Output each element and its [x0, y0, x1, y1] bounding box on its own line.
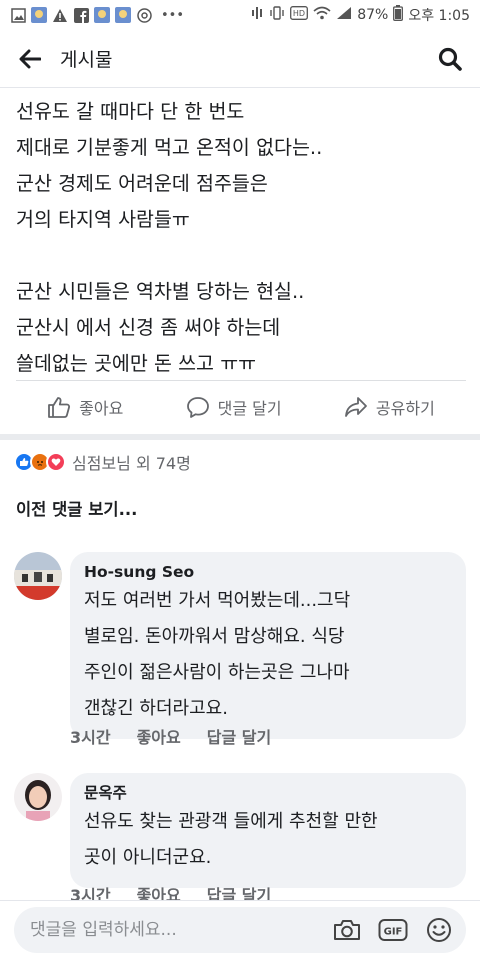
mute-icon	[250, 5, 264, 25]
like-label: 좋아요	[79, 398, 124, 418]
composer-icons: GIF	[330, 913, 466, 947]
comment-line: 주인이 젊은사람이 하는곳은 그나마	[84, 662, 350, 683]
battery-icon	[393, 5, 404, 25]
page-title: 게시물	[60, 49, 113, 71]
comment-label: 댓글 달기	[217, 398, 282, 418]
comment-bubble-icon	[186, 396, 209, 418]
like-button[interactable]: 좋아요	[37, 389, 133, 425]
app-badge-icon	[31, 7, 47, 23]
comment-line: 갠찮긴 하더라고요.	[84, 698, 228, 719]
reactions-summary[interactable]: 심점보님 외 74명	[14, 450, 191, 474]
post-line: 군산 경제도 어려운데 점주들은	[16, 172, 268, 195]
status-bar: ••• HD 87% 오후 1:05	[0, 0, 480, 30]
comment-line: 선유도 찾는 관광객 들에게 추천할 만한	[84, 811, 378, 832]
comment-like-link[interactable]: 좋아요	[137, 724, 181, 748]
app-badge-icon	[115, 7, 131, 23]
system-status: HD 87% 오후 1:05	[250, 5, 470, 25]
post-line: 거의 타지역 사람들ㅠ	[16, 208, 190, 231]
comment-bubble: Ho-sung Seo 저도 여러번 가서 먹어봤는데...그닥 별로임. 돈아…	[70, 552, 466, 739]
comment-time: 3시간	[70, 728, 111, 747]
comment-input-container: GIF	[14, 907, 466, 953]
app-header: 게시물	[0, 30, 480, 88]
camera-icon[interactable]	[330, 913, 364, 947]
comment-author[interactable]: 문옥주	[84, 782, 452, 804]
post-line: 제대로 기분좋게 먹고 온적이 없다는..	[16, 136, 323, 159]
share-arrow-icon	[345, 396, 367, 417]
app-badge-icon	[94, 7, 110, 23]
chrome-icon	[136, 7, 152, 23]
reaction-icons	[14, 452, 66, 472]
section-divider	[0, 434, 480, 440]
love-reaction-icon	[46, 452, 66, 472]
facebook-icon	[73, 7, 89, 23]
post-line: 군산 시민들은 역차별 당하는 현실..	[16, 280, 305, 303]
comment-bubble: 문옥주 선유도 찾는 관광객 들에게 추천할 만한 곳이 아니더군요.	[70, 773, 466, 888]
search-icon	[438, 47, 462, 71]
comment-input[interactable]	[30, 920, 330, 940]
battery-percent: 87%	[357, 7, 389, 23]
comment-text: 선유도 찾는 관광객 들에게 추천할 만한 곳이 아니더군요.	[84, 804, 452, 876]
post-text: 선유도 갈 때마다 단 한 번도 제대로 기분좋게 먹고 온적이 없다는.. 군…	[16, 94, 466, 382]
post-line: 군산시 에서 신경 좀 써야 하는데	[16, 316, 281, 339]
svg-text:GIF: GIF	[384, 927, 403, 938]
share-button[interactable]: 공유하기	[334, 389, 445, 425]
comment-line: 별로임. 돈아까워서 맘상해요. 식당	[84, 626, 345, 647]
clock: 오후 1:05	[408, 8, 470, 24]
post-line: 쓸데없는 곳에만 돈 쓰고 ㅠㅠ	[16, 352, 257, 375]
post-action-bar: 좋아요 댓글 달기 공유하기	[16, 380, 466, 432]
comment-text: 저도 여러번 가서 먹어봤는데...그닥 별로임. 돈아까워서 맘상해요. 식당…	[84, 583, 452, 727]
post-line: 선유도 갈 때마다 단 한 번도	[16, 100, 245, 123]
vibrate-icon	[269, 5, 285, 25]
emoji-icon[interactable]	[422, 913, 456, 947]
avatar[interactable]	[14, 552, 62, 600]
svg-text:HD: HD	[293, 9, 305, 18]
more-notifications-icon: •••	[161, 7, 185, 23]
avatar[interactable]	[14, 773, 62, 821]
comment-author[interactable]: Ho-sung Seo	[84, 561, 452, 583]
notification-icons: •••	[10, 7, 184, 23]
comment-meta: 3시간 좋아요 답글 달기	[70, 724, 271, 748]
signal-icon	[336, 6, 352, 24]
comment-button[interactable]: 댓글 달기	[176, 389, 292, 425]
share-label: 공유하기	[375, 398, 435, 418]
comment-line: 곳이 아니더군요.	[84, 847, 212, 868]
search-button[interactable]	[420, 30, 480, 88]
gallery-icon	[10, 7, 26, 23]
comment-composer: GIF	[0, 900, 480, 960]
warning-icon	[52, 7, 68, 23]
hd-icon: HD	[290, 6, 309, 24]
thumbs-up-icon	[48, 396, 71, 418]
gif-icon[interactable]: GIF	[376, 913, 410, 947]
comment-line: 저도 여러번 가서 먹어봤는데...그닥	[84, 590, 351, 611]
comment-reply-link[interactable]: 답글 달기	[207, 724, 271, 748]
back-button[interactable]	[0, 30, 60, 88]
view-previous-comments[interactable]: 이전 댓글 보기...	[16, 496, 137, 520]
arrow-left-icon	[19, 49, 41, 68]
wifi-icon	[313, 6, 331, 24]
reactions-count: 심점보님 외 74명	[72, 454, 191, 473]
